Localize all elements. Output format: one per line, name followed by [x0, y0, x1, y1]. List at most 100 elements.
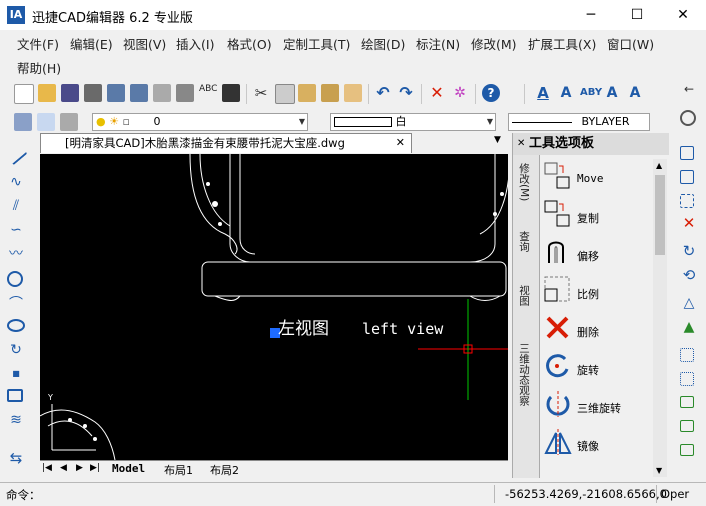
text-style-icon[interactable]: A [534, 84, 552, 102]
close-button[interactable]: ✕ [660, 0, 706, 30]
freehand-icon[interactable]: 〰 [7, 245, 25, 263]
undo-icon[interactable]: ↶ [374, 84, 392, 102]
arc-icon[interactable]: ⌒ [7, 295, 25, 313]
menu-extension-tools[interactable]: 扩展工具(X) [528, 34, 596, 53]
mirror3d-icon[interactable]: ▲ [680, 318, 698, 336]
open-file-icon[interactable] [38, 84, 56, 102]
menu-help[interactable]: 帮助(H) [17, 58, 61, 77]
menu-dimension[interactable]: 标注(N) [416, 34, 460, 53]
menu-view[interactable]: 视图(V) [123, 34, 166, 53]
regen-icon[interactable]: ⇆ [7, 449, 25, 467]
move-icon[interactable] [680, 146, 694, 160]
purge-icon[interactable]: ✲ [451, 84, 469, 102]
find-icon[interactable] [222, 84, 240, 102]
cut-icon[interactable]: ✂ [252, 84, 270, 102]
mode-panel[interactable]: Oper [656, 485, 705, 503]
tab-layout2[interactable]: 布局2 [210, 462, 239, 478]
tab-view[interactable]: 视图 [517, 285, 532, 306]
circle-icon[interactable] [7, 271, 23, 287]
tool-rotate3d[interactable]: 三维旋转 [543, 389, 661, 425]
publish-icon[interactable] [176, 84, 194, 102]
tab-next-icon[interactable]: ▶ [76, 463, 83, 473]
circle-icon[interactable] [680, 110, 696, 126]
layer-state-icon[interactable] [37, 113, 55, 131]
tool-mirror[interactable]: 镜像 [543, 427, 661, 463]
delete-icon[interactable]: ✕ [680, 214, 698, 232]
drawing-canvas[interactable]: Y 左视图 left view [40, 154, 508, 460]
menu-edit[interactable]: 编辑(E) [70, 34, 113, 53]
scroll-down-icon[interactable]: ▼ [656, 466, 662, 475]
plot-icon[interactable] [153, 84, 171, 102]
menu-window[interactable]: 窗口(W) [607, 34, 654, 53]
menu-format[interactable]: 格式(O) [227, 34, 272, 53]
multiline-text-icon[interactable]: A [557, 84, 575, 102]
xline-icon[interactable]: ⫽ [7, 197, 25, 215]
menu-insert[interactable]: 插入(I) [176, 34, 214, 53]
new-file-icon[interactable] [14, 84, 34, 104]
close-icon[interactable]: ✕ [396, 134, 405, 152]
print-preview-icon[interactable] [130, 84, 148, 102]
match-properties-icon[interactable] [344, 84, 362, 102]
linetype-dropdown[interactable]: BYLAYER [508, 113, 650, 131]
break-icon[interactable] [680, 444, 694, 456]
maximize-button[interactable]: ☐ [614, 0, 660, 30]
polyline-icon[interactable]: ∿ [7, 173, 25, 191]
array-icon[interactable] [680, 194, 694, 208]
rotate3d-icon[interactable]: ⟲ [680, 266, 698, 284]
tool-delete[interactable]: 删除 [543, 313, 661, 349]
document-tab[interactable]: [明清家具CAD]木胎黑漆描金有束腰带托泥大宝座.dwg ✕ [40, 133, 412, 153]
tab-last-icon[interactable]: ▶| [90, 463, 100, 473]
scale-text-icon[interactable]: A [626, 84, 644, 102]
menu-draw[interactable]: 绘图(D) [361, 34, 405, 53]
print-icon[interactable] [107, 84, 125, 102]
minimize-button[interactable]: ─ [568, 0, 614, 30]
tool-rotate[interactable]: 旋转 [543, 351, 661, 387]
text-find-icon[interactable]: A [603, 84, 621, 102]
layer-previous-icon[interactable] [60, 113, 78, 131]
spline-icon[interactable]: ∽ [7, 221, 25, 239]
tab-prev-icon[interactable]: ◀ [60, 463, 67, 473]
scale-icon[interactable] [680, 372, 694, 386]
point-icon[interactable]: ■ [7, 365, 25, 383]
tab-3d-orbit[interactable]: 三维动态观察 [517, 343, 532, 406]
menu-custom-tools[interactable]: 定制工具(T) [283, 34, 350, 53]
palette-header[interactable]: ✕ 工具选项板 [513, 133, 669, 155]
rectangle-icon[interactable] [7, 389, 23, 402]
tab-dropdown-icon[interactable]: ▼ [494, 135, 501, 145]
line-icon[interactable] [4, 142, 28, 166]
save-as-icon[interactable] [84, 84, 102, 102]
scroll-thumb[interactable] [655, 175, 665, 255]
tab-model[interactable]: Model [112, 462, 145, 475]
tab-layout1[interactable]: 布局1 [164, 462, 193, 478]
palette-scrollbar[interactable]: ▲ ▼ [653, 159, 667, 477]
color-dropdown[interactable]: 白 ▼ [330, 113, 496, 131]
mirror-icon[interactable]: △ [680, 294, 698, 312]
ellipse-icon[interactable] [7, 319, 25, 332]
help-icon[interactable]: ? [482, 84, 500, 102]
palette-close-icon[interactable]: ✕ [517, 133, 525, 155]
copy-icon[interactable] [275, 84, 295, 104]
revcloud-icon[interactable]: ↻ [7, 341, 25, 359]
rotate-icon[interactable]: ↻ [680, 242, 698, 260]
redo-icon[interactable]: ↷ [397, 84, 415, 102]
command-input[interactable] [42, 485, 488, 503]
paste-icon[interactable] [298, 84, 316, 102]
helix-icon[interactable]: ≋ [7, 411, 25, 429]
copy-icon[interactable] [680, 170, 694, 184]
spell-check-icon[interactable]: ABC [199, 84, 217, 102]
save-icon[interactable] [61, 84, 79, 102]
trim-icon[interactable] [680, 396, 694, 408]
tool-scale[interactable]: 比例 [543, 275, 661, 311]
tab-first-icon[interactable]: |◀ [42, 463, 52, 473]
menu-modify[interactable]: 修改(M) [471, 34, 517, 53]
layer-dropdown[interactable]: ● ☀ ▫ 0 ▼ [92, 113, 308, 131]
tool-offset[interactable]: 偏移 [543, 237, 661, 273]
paste-special-icon[interactable] [321, 84, 339, 102]
tool-move[interactable]: Move [543, 161, 661, 197]
tab-modify[interactable]: 修改(M) [517, 163, 532, 201]
edit-text-icon[interactable]: ABY [580, 84, 602, 102]
stretch-icon[interactable] [680, 348, 694, 362]
tool-copy[interactable]: 复制 [543, 199, 661, 235]
tab-query[interactable]: 查询 [517, 231, 532, 252]
erase-icon[interactable]: ✕ [428, 84, 446, 102]
